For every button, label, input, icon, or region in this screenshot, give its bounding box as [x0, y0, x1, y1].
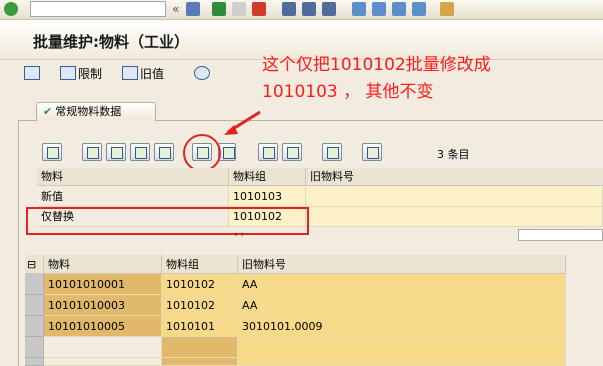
material-cell: 10101010003 — [44, 295, 162, 316]
sort-ascending-icon[interactable] — [82, 143, 102, 161]
column-scroll-arrows[interactable]: ‹ › — [234, 230, 244, 240]
row-selector[interactable] — [25, 358, 44, 366]
restrict-label: 限制 — [78, 67, 103, 81]
refresh-icon — [194, 66, 210, 80]
new-session-icon[interactable] — [440, 2, 454, 16]
empty-cell — [162, 358, 238, 366]
table-settings-icon[interactable]: ⊟ — [25, 255, 44, 274]
old-value-icon — [122, 66, 138, 80]
refresh-button[interactable] — [194, 64, 212, 84]
old-material-input[interactable] — [306, 187, 603, 207]
annotation-arrow — [224, 110, 261, 135]
empty-cell — [238, 337, 566, 358]
column-header-material-group[interactable]: 物料组 — [229, 168, 306, 186]
column-header-material[interactable]: 物料 — [37, 168, 229, 186]
old-material-input[interactable] — [306, 207, 603, 227]
old-value-button[interactable]: 旧值 — [122, 64, 164, 84]
annotation-line-1: 这个仅把1010102批量修改成 — [262, 55, 491, 75]
old-material-cell[interactable]: AA — [238, 274, 566, 295]
row-selector[interactable] — [25, 316, 44, 337]
old-material-cell[interactable]: AA — [238, 295, 566, 316]
next-page-icon[interactable] — [392, 2, 406, 16]
row-selector[interactable] — [25, 295, 44, 316]
restrict-icon — [60, 66, 76, 80]
back-icon[interactable] — [212, 2, 226, 16]
save-icon[interactable] — [186, 2, 200, 16]
display-change-button[interactable] — [24, 64, 42, 84]
align-bottom-icon[interactable] — [282, 143, 302, 161]
row-label: 新值 — [37, 187, 229, 207]
column-header-material-group[interactable]: 物料组 — [162, 255, 238, 274]
exit-icon[interactable] — [232, 2, 246, 16]
enter-icon[interactable] — [4, 2, 18, 16]
annotation-line-2: 1010103 ， 其他不变 — [262, 82, 434, 102]
column-header-material[interactable]: 物料 — [44, 255, 162, 274]
print-icon[interactable] — [282, 2, 296, 16]
select-all-icon[interactable] — [42, 143, 62, 161]
sort-descending-icon[interactable] — [106, 143, 126, 161]
restrict-button[interactable]: 限制 — [60, 64, 102, 84]
command-field[interactable] — [30, 1, 166, 17]
material-cell: 10101010005 — [44, 316, 162, 337]
filter-icon[interactable] — [130, 143, 150, 161]
empty-cell — [44, 358, 162, 366]
empty-cell — [238, 358, 566, 366]
material-group-input[interactable]: 1010103 — [229, 187, 306, 207]
last-page-icon[interactable] — [412, 2, 426, 16]
page-title: 批量维护:物料（工业） — [33, 33, 189, 51]
annotation: 这个仅把1010102批量修改成 1010103 ， 其他不变 — [262, 52, 491, 106]
horizontal-scrollbar[interactable] — [518, 229, 603, 241]
record-count: 3 条目 — [437, 148, 470, 161]
display-icon — [24, 66, 40, 80]
check-icon: ✔ — [43, 105, 53, 118]
nav-separator-glyph: « — [172, 2, 180, 16]
material-group-cell[interactable]: 1010101 — [162, 316, 238, 337]
tab-general-material-data[interactable]: ✔ 常规物料数据 — [36, 102, 156, 121]
column-header-old-material[interactable]: 旧物料号 — [306, 168, 603, 186]
table-row: 新值 1010103 — [37, 187, 603, 207]
print-list-icon[interactable] — [362, 143, 382, 161]
empty-cell — [44, 337, 162, 358]
old-material-cell[interactable]: 3010101.0009 — [238, 316, 566, 337]
upper-table-header: 物料 物料组 旧物料号 — [37, 168, 603, 186]
prev-page-icon[interactable] — [372, 2, 386, 16]
empty-cell — [162, 337, 238, 358]
column-header-old-material[interactable]: 旧物料号 — [238, 255, 566, 274]
row-selector[interactable] — [25, 274, 44, 295]
old-value-label: 旧值 — [140, 67, 165, 81]
material-cell: 10101010001 — [44, 274, 162, 295]
material-group-cell[interactable]: 1010102 — [162, 274, 238, 295]
export-icon[interactable] — [154, 143, 174, 161]
annotation-rectangle — [26, 207, 309, 235]
material-group-cell[interactable]: 1010102 — [162, 295, 238, 316]
system-toolbar: « — [0, 0, 603, 20]
sum-icon[interactable] — [322, 143, 342, 161]
find-icon[interactable] — [302, 2, 316, 16]
row-selector[interactable] — [25, 337, 44, 358]
align-top-icon[interactable] — [258, 143, 278, 161]
tab-label: 常规物料数据 — [55, 105, 122, 118]
cancel-icon[interactable] — [252, 2, 266, 16]
find-next-icon[interactable] — [322, 2, 336, 16]
first-page-icon[interactable] — [352, 2, 366, 16]
annotation-circle — [183, 134, 221, 172]
